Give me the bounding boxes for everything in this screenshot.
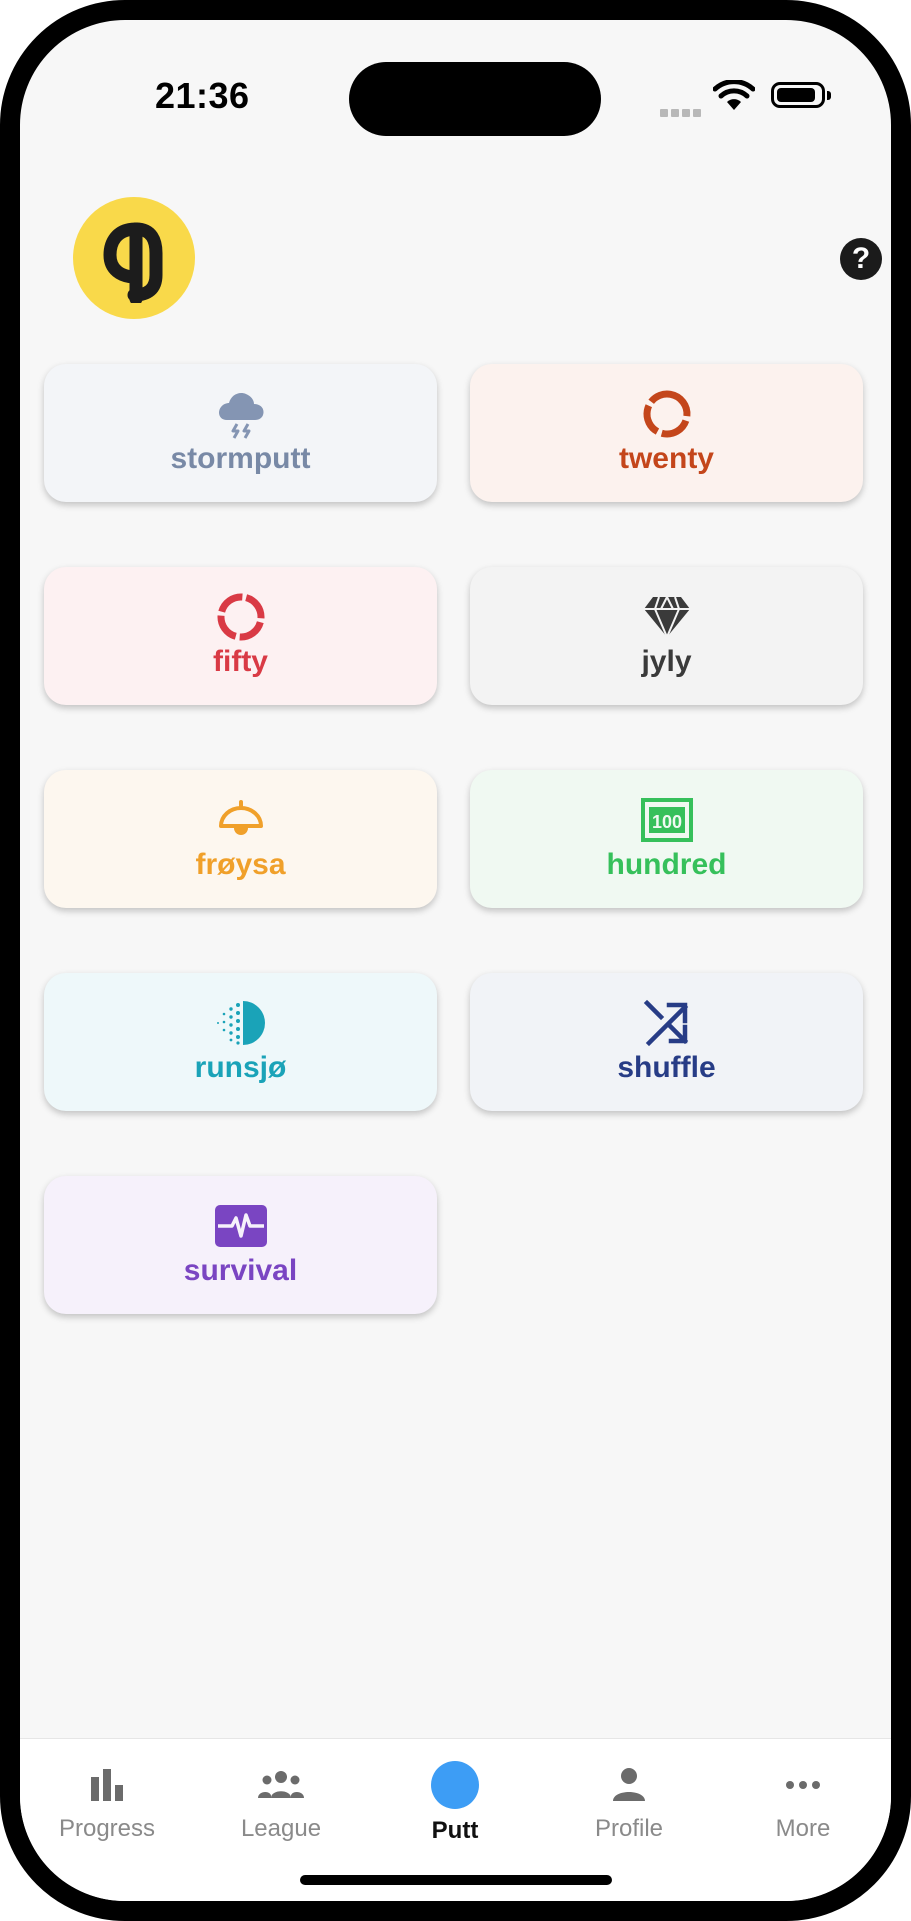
ring-icon (214, 589, 268, 645)
hundred-icon: 100 (640, 792, 694, 848)
game-label: runsjø (194, 1051, 287, 1084)
app-logo[interactable] (73, 197, 195, 319)
tab-label: More (775, 1815, 831, 1842)
shuffle-icon (640, 995, 694, 1051)
tab-more[interactable]: More (716, 1761, 890, 1843)
tab-label: Profile (594, 1815, 664, 1842)
tab-profile[interactable]: Profile (542, 1761, 716, 1843)
ring-icon (640, 386, 694, 442)
cellular-signal-icon (660, 104, 704, 122)
game-card-shuffle[interactable]: shuffle (470, 973, 863, 1111)
home-indicator[interactable] (300, 1875, 612, 1885)
game-label: stormputt (170, 442, 311, 475)
svg-text:100: 100 (651, 812, 681, 832)
tab-label: Putt (431, 1817, 479, 1844)
game-card-fifty[interactable]: fifty (44, 567, 437, 705)
group-icon (255, 1761, 307, 1809)
phone-frame: 21:36 ? stormputt twenty fifty jyly frøy… (0, 0, 911, 1921)
game-label: frøysa (195, 848, 286, 881)
storm-cloud-icon (214, 386, 268, 442)
game-label: hundred (606, 848, 727, 881)
game-label: shuffle (617, 1051, 716, 1084)
battery-icon (771, 82, 831, 108)
wifi-icon (712, 79, 756, 117)
help-icon[interactable]: ? (840, 238, 882, 280)
game-label: twenty (618, 442, 714, 475)
game-card-froysa[interactable]: frøysa (44, 770, 437, 908)
dynamic-island (349, 62, 601, 136)
bell-icon (214, 792, 268, 848)
putt-dot-icon (431, 1761, 479, 1809)
tab-putt[interactable]: Putt (368, 1761, 542, 1845)
diamond-icon (640, 589, 694, 645)
tab-label: Progress (58, 1815, 156, 1842)
game-card-survival[interactable]: survival (44, 1176, 437, 1314)
tab-label: League (240, 1815, 322, 1842)
game-card-jyly[interactable]: jyly (470, 567, 863, 705)
tab-progress[interactable]: Progress (20, 1761, 194, 1843)
game-label: survival (183, 1254, 298, 1287)
person-icon (611, 1761, 647, 1809)
game-card-twenty[interactable]: twenty (470, 364, 863, 502)
status-time: 21:36 (155, 75, 250, 116)
pulse-icon (214, 1198, 268, 1254)
bar-chart-icon (89, 1761, 125, 1809)
game-card-runsjo[interactable]: runsjø (44, 973, 437, 1111)
game-label: fifty (213, 645, 268, 678)
game-label: jyly (641, 645, 692, 678)
half-circle-icon (214, 995, 268, 1051)
game-card-stormputt[interactable]: stormputt (44, 364, 437, 502)
tab-league[interactable]: League (194, 1761, 368, 1843)
game-card-hundred[interactable]: 100 hundred (470, 770, 863, 908)
more-dots-icon (785, 1761, 821, 1809)
